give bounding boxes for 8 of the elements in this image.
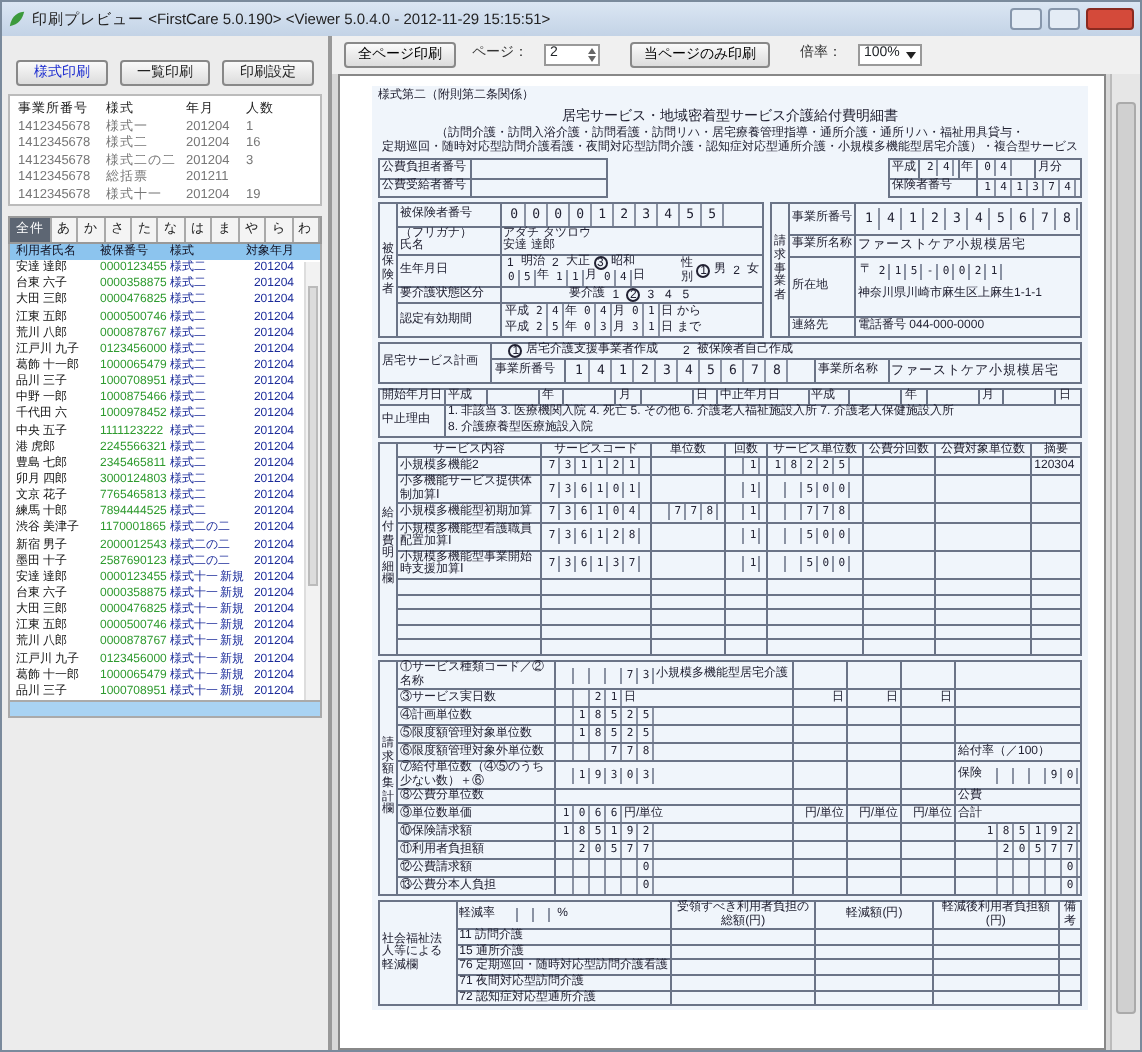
caret-icon[interactable] <box>905 51 916 59</box>
close-button[interactable] <box>1086 8 1134 30</box>
scrollbar[interactable] <box>1110 74 1140 1050</box>
maximize-button[interactable] <box>1048 8 1080 30</box>
minimize-button[interactable] <box>1010 8 1042 30</box>
leaf-icon <box>8 10 26 28</box>
spin-arrows-icon[interactable] <box>586 46 598 64</box>
scrollbar[interactable] <box>304 262 320 700</box>
